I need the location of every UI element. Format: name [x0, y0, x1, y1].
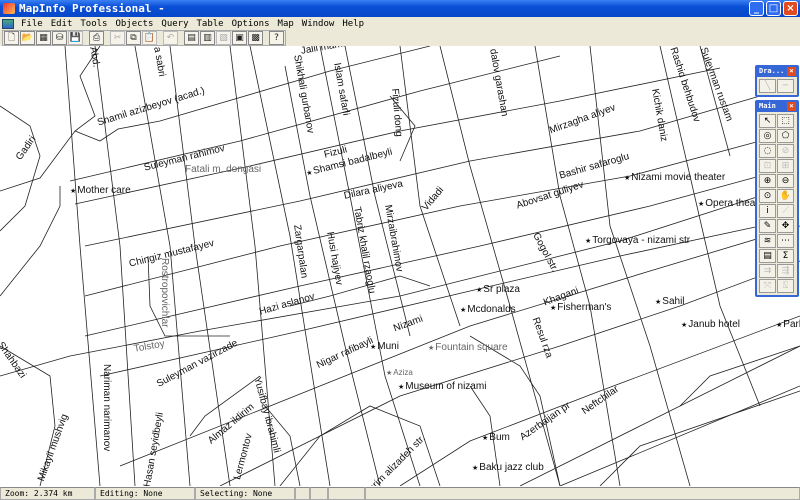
menu-bar: File Edit Tools Objects Query Table Opti… — [0, 17, 800, 30]
poi-label: Bum — [482, 432, 510, 443]
select-tool[interactable]: ↖ — [759, 114, 776, 128]
boundary-select-tool[interactable]: ◌ — [759, 144, 776, 158]
poi-label: Fisherman's — [550, 302, 611, 313]
poi-label: Mcdonalds — [460, 304, 515, 315]
status-selecting[interactable]: Selecting: None — [195, 487, 295, 500]
map-window[interactable]: Jalil mamm Shikhali gurbanov Islam safar… — [0, 46, 800, 486]
menu-objects[interactable]: Objects — [111, 19, 157, 29]
zoom-in-tool[interactable]: ⊕ — [759, 174, 776, 188]
show-legend-button[interactable]: ▤ — [759, 249, 776, 263]
drawing-palette: Dra... × ╲ ─ — [755, 65, 799, 97]
undo-button[interactable]: ↶ — [163, 31, 178, 45]
help-button[interactable]: ? — [269, 31, 284, 45]
poi-label: Torgovaya - nizami str — [585, 235, 690, 246]
radius-select-tool[interactable]: ◎ — [759, 129, 776, 143]
status-bar: Zoom: 2.374 km Editing: None Selecting: … — [0, 486, 800, 500]
minimize-button[interactable]: _ — [749, 1, 764, 16]
info-tool[interactable]: i — [759, 204, 776, 218]
menu-window[interactable]: Window — [298, 19, 339, 29]
new-grapher-button[interactable]: ▧ — [216, 31, 231, 45]
poi-label: Janub hotel — [681, 319, 740, 330]
close-button[interactable]: × — [783, 1, 798, 16]
title-bar: MapInfo Professional - _ □ × — [0, 0, 800, 17]
copy-button[interactable]: ⧉ — [126, 31, 141, 45]
mapinfo-app-icon — [3, 3, 15, 14]
main-palette: Main × ↖ ⬚ ◎ ⬠ ◌ ⊘ ⊡ ⊞ ⊕ ⊖ ⊙ ✋ i ⟋ ✎ ✥ ≋ … — [755, 100, 799, 297]
street-label: Rostropovichlar — [159, 258, 170, 328]
menu-help[interactable]: Help — [338, 19, 368, 29]
grabber-tool[interactable]: ✋ — [777, 189, 794, 203]
drawing-palette-title: Dra... — [759, 67, 785, 75]
open-dbms-button[interactable]: ⛁ — [52, 31, 67, 45]
status-field — [365, 487, 800, 500]
standard-toolbar: 🗋 📂 ▦ ⛁ 💾 ⎙ ✂ ⧉ 📋 ↶ ▤ ▥ ▧ ▣ ▩ ? — [2, 30, 286, 46]
new-redistrict-button[interactable]: ▩ — [248, 31, 263, 45]
print-button[interactable]: ⎙ — [89, 31, 104, 45]
new-layout-button[interactable]: ▣ — [232, 31, 247, 45]
window-title: MapInfo Professional - — [19, 2, 165, 15]
ruler-tool[interactable]: ⋯ — [777, 234, 794, 248]
status-field — [295, 487, 310, 500]
change-view-tool[interactable]: ⊙ — [759, 189, 776, 203]
graph-select-tool[interactable]: ⊞ — [777, 159, 794, 173]
status-zoom[interactable]: Zoom: 2.374 km — [0, 487, 95, 500]
label-tool[interactable]: ✎ — [759, 219, 776, 233]
mdi-window-icon[interactable] — [2, 18, 14, 29]
poi-label: Baku jazz club — [472, 462, 543, 473]
save-button[interactable]: 💾 — [68, 31, 83, 45]
zoom-out-tool[interactable]: ⊖ — [777, 174, 794, 188]
poi-label: Muni — [370, 341, 399, 352]
menu-edit[interactable]: Edit — [47, 19, 77, 29]
drawing-palette-close-button[interactable]: × — [787, 67, 796, 76]
poi-label: Museum of nizami — [398, 381, 486, 392]
maximize-button[interactable]: □ — [766, 1, 781, 16]
cut-button[interactable]: ✂ — [110, 31, 125, 45]
polygon-select-tool[interactable]: ⬠ — [777, 129, 794, 143]
set-target-tool[interactable]: ⍂ — [777, 279, 794, 293]
clip-region-tool[interactable]: ⤧ — [759, 279, 776, 293]
hotlink-tool[interactable]: ⟋ — [777, 204, 794, 218]
line-tool[interactable]: ╲ — [759, 79, 776, 93]
menu-tools[interactable]: Tools — [76, 19, 111, 29]
status-field — [310, 487, 328, 500]
main-palette-title: Main — [759, 102, 776, 110]
poi-label: Mother care — [70, 185, 130, 196]
legend-tool[interactable]: ⇉ — [759, 264, 776, 278]
statistics-button[interactable]: Σ — [777, 249, 794, 263]
menu-options[interactable]: Options — [228, 19, 274, 29]
new-mapper-button[interactable]: ▥ — [200, 31, 215, 45]
invert-selection-tool[interactable]: ⊘ — [777, 144, 794, 158]
menu-map[interactable]: Map — [274, 19, 298, 29]
open-table-button[interactable]: 📂 — [20, 31, 35, 45]
redistrict-tool[interactable]: ⇶ — [777, 264, 794, 278]
new-table-button[interactable]: 🗋 — [4, 31, 19, 45]
poi-label: Sahil — [655, 296, 684, 307]
street-label: Nariman narimanov — [101, 364, 112, 452]
poi-label: Sr plaza — [476, 284, 520, 295]
poi-label: Park — [776, 319, 800, 330]
paste-button[interactable]: 📋 — [142, 31, 157, 45]
menu-query[interactable]: Query — [157, 19, 192, 29]
unselect-all-tool[interactable]: ⊡ — [759, 159, 776, 173]
drag-map-window-tool[interactable]: ✥ — [777, 219, 794, 233]
status-editing[interactable]: Editing: None — [95, 487, 195, 500]
new-browser-button[interactable]: ▤ — [184, 31, 199, 45]
menu-file[interactable]: File — [17, 19, 47, 29]
poi-label: Nizami movie theater — [624, 172, 725, 183]
open-workspace-button[interactable]: ▦ — [36, 31, 51, 45]
poi-label: Fountain square — [428, 342, 507, 353]
status-field — [328, 487, 365, 500]
polyline-tool[interactable]: ─ — [777, 79, 794, 93]
marquee-select-tool[interactable]: ⬚ — [777, 114, 794, 128]
layer-control-button[interactable]: ≋ — [759, 234, 776, 248]
main-palette-close-button[interactable]: × — [787, 102, 796, 111]
menu-table[interactable]: Table — [193, 19, 228, 29]
poi-label: Aziza — [386, 368, 413, 377]
street-label: Fatali m. dongasi — [185, 164, 262, 175]
